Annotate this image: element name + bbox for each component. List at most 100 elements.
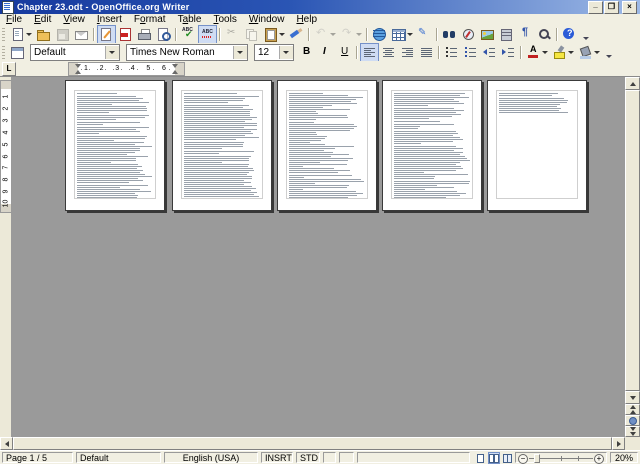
align-right-button[interactable]	[398, 43, 417, 62]
export-pdf-button[interactable]	[116, 25, 135, 44]
document-page-3[interactable]	[277, 80, 377, 211]
status-insert-mode[interactable]: INSRT	[261, 452, 293, 463]
indent-marker[interactable]	[172, 70, 178, 74]
data-sources-button[interactable]	[497, 25, 516, 44]
status-language[interactable]: English (USA)	[164, 452, 258, 463]
print-button[interactable]	[135, 25, 154, 44]
vertical-ruler[interactable]: 1 2 3 4 5 6 7 8 9 10	[0, 77, 12, 437]
zoom-slider[interactable]: − +	[515, 452, 607, 464]
status-zoom-level[interactable]: 20%	[610, 452, 638, 463]
autospellcheck-button[interactable]	[198, 25, 217, 44]
numbered-list-button[interactable]	[442, 43, 461, 62]
page-preview-button[interactable]	[154, 25, 173, 44]
document-page-5[interactable]	[487, 80, 587, 211]
font-size-combo[interactable]: 12	[254, 43, 294, 61]
status-page-style[interactable]: Default	[76, 452, 161, 463]
combo-dropdown-icon[interactable]	[279, 45, 293, 59]
vertical-scroll-thumb[interactable]	[625, 90, 640, 391]
find-replace-button[interactable]	[440, 25, 459, 44]
scroll-down-button[interactable]	[625, 391, 640, 404]
next-page-button[interactable]	[625, 426, 640, 437]
vertical-scrollbar[interactable]	[625, 77, 640, 437]
document-page-1[interactable]	[65, 80, 165, 211]
dropdown-arrow-icon[interactable]	[25, 28, 32, 41]
bullet-list-button[interactable]	[461, 43, 480, 62]
status-hyperlink-mode[interactable]	[323, 452, 336, 463]
indent-marker[interactable]	[75, 64, 81, 68]
scroll-up-button[interactable]	[625, 77, 640, 90]
dropdown-arrow-icon[interactable]	[593, 46, 600, 59]
text-line	[184, 100, 243, 101]
paragraph-style-combo[interactable]: Default	[30, 43, 120, 61]
combo-dropdown-icon[interactable]	[105, 45, 119, 59]
previous-page-button[interactable]	[625, 404, 640, 415]
format-paintbrush-button[interactable]	[287, 25, 306, 44]
zoom-slider-thumb[interactable]	[534, 454, 540, 463]
decrease-indent-button[interactable]	[480, 43, 499, 62]
zoom-out-icon[interactable]: −	[518, 454, 528, 464]
tab-stop-selector[interactable]: L	[2, 62, 16, 76]
underline-button[interactable]	[335, 43, 354, 62]
italic-button[interactable]	[316, 43, 335, 62]
paragraph-style-value[interactable]: Default	[31, 47, 105, 58]
draw-functions-button[interactable]	[415, 25, 434, 44]
font-name-combo[interactable]: Times New Roman	[126, 43, 248, 61]
help-button[interactable]	[560, 25, 579, 44]
highlighting-button[interactable]	[550, 43, 576, 62]
zoom-in-icon[interactable]: +	[594, 454, 604, 464]
navigation-button[interactable]	[625, 415, 640, 426]
toolbar-overflow-button[interactable]	[604, 45, 614, 60]
align-center-button[interactable]	[379, 43, 398, 62]
dropdown-arrow-icon[interactable]	[567, 46, 574, 59]
view-single-page-button[interactable]	[474, 452, 486, 464]
table-button[interactable]	[389, 25, 415, 44]
toolbar-overflow-button[interactable]	[581, 27, 591, 42]
status-selection-mode[interactable]: STD	[296, 452, 320, 463]
hyperlink-button[interactable]	[370, 25, 389, 44]
document-as-email-button[interactable]	[72, 25, 91, 44]
horizontal-ruler[interactable]: 123456	[68, 62, 185, 76]
combo-dropdown-icon[interactable]	[233, 45, 247, 59]
document-canvas[interactable]	[12, 77, 625, 437]
view-book-button[interactable]	[502, 452, 514, 464]
scroll-left-button[interactable]	[0, 437, 13, 450]
indent-marker[interactable]	[172, 64, 178, 68]
close-button[interactable]: ×	[622, 0, 637, 14]
indent-marker[interactable]	[75, 70, 81, 74]
dropdown-arrow-icon[interactable]	[329, 28, 336, 41]
styles-and-formatting-button[interactable]	[8, 43, 27, 62]
restore-button[interactable]: ❐	[604, 0, 619, 14]
align-left-button[interactable]	[360, 42, 379, 62]
toolbar-grip[interactable]	[2, 45, 5, 59]
status-page-number[interactable]: Page 1 / 5	[2, 452, 73, 463]
edit-file-button[interactable]	[97, 25, 116, 44]
dropdown-arrow-icon[interactable]	[355, 28, 362, 41]
spellcheck-button[interactable]	[179, 25, 198, 44]
navigator-button[interactable]	[459, 25, 478, 44]
increase-indent-button[interactable]	[499, 43, 518, 62]
gallery-button[interactable]	[478, 25, 497, 44]
horizontal-scrollbar[interactable]	[0, 437, 625, 450]
toolbar-grip[interactable]	[2, 28, 5, 41]
scroll-right-button[interactable]	[612, 437, 625, 450]
font-size-value[interactable]: 12	[255, 47, 279, 58]
dropdown-arrow-icon[interactable]	[541, 46, 548, 59]
status-modified-flag[interactable]	[339, 452, 354, 463]
nonprinting-characters-button[interactable]	[516, 25, 535, 44]
justified-button[interactable]	[417, 43, 436, 62]
view-multiple-pages-button[interactable]	[488, 452, 500, 464]
paste-button[interactable]	[261, 25, 287, 44]
zoom-button[interactable]	[535, 25, 554, 44]
open-button[interactable]	[34, 25, 53, 44]
horizontal-scroll-thumb[interactable]	[13, 437, 612, 450]
new-document-button[interactable]	[8, 25, 34, 44]
document-page-4[interactable]	[382, 80, 482, 211]
dropdown-arrow-icon[interactable]	[406, 28, 413, 41]
font-name-value[interactable]: Times New Roman	[127, 47, 233, 58]
font-color-button[interactable]	[524, 43, 550, 62]
background-color-button[interactable]	[576, 43, 602, 62]
bold-button[interactable]	[297, 43, 316, 62]
dropdown-arrow-icon[interactable]	[278, 28, 285, 41]
document-page-2[interactable]	[172, 80, 272, 211]
minimize-button[interactable]: _	[588, 0, 603, 14]
